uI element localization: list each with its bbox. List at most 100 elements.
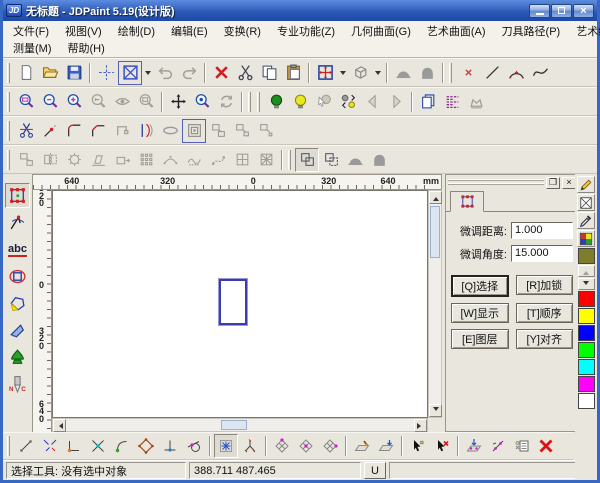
display-button[interactable]: [W]显示 (451, 303, 509, 323)
swatch-blue[interactable] (578, 325, 595, 341)
menu-transform[interactable]: 变换(R) (216, 23, 269, 39)
snap-grid-button[interactable] (214, 434, 238, 458)
toolbar-grip[interactable] (288, 150, 291, 170)
light-off-button[interactable] (312, 90, 336, 114)
order-button[interactable]: [T]顺序 (516, 303, 574, 323)
zoom-out-button[interactable] (38, 90, 62, 114)
eyedropper-button[interactable] (577, 212, 595, 229)
menu-edit[interactable]: 编辑(E) (163, 23, 216, 39)
select-mode-button[interactable]: [Q]选择 (451, 275, 509, 297)
view-3d-dropdown[interactable] (372, 62, 383, 84)
toolbar-grip[interactable] (7, 436, 10, 456)
redo-button[interactable] (177, 61, 201, 85)
menu-toolpath[interactable]: 刀具路径(P) (494, 23, 569, 39)
menu-pro-functions[interactable]: 专业功能(Z) (269, 23, 343, 39)
iso-plane-right-button[interactable] (318, 434, 342, 458)
grid-transform-4-button[interactable] (230, 148, 254, 172)
close-button[interactable]: × (573, 4, 594, 18)
chamfer-button[interactable] (86, 119, 110, 143)
current-color-swatch[interactable] (578, 248, 595, 264)
region-select-button[interactable] (577, 194, 595, 211)
next-object-button[interactable] (384, 90, 408, 114)
delete-button[interactable] (209, 61, 233, 85)
zoom-all-button[interactable] (134, 90, 158, 114)
swatch-yellow[interactable] (578, 308, 595, 324)
menu-view[interactable]: 视图(V) (57, 23, 110, 39)
light-highlight-button[interactable] (288, 90, 312, 114)
draw-arc-button[interactable] (504, 61, 528, 85)
shape-tool-button[interactable] (5, 264, 30, 289)
relief-dome-filled-button[interactable] (415, 61, 439, 85)
light-on-button[interactable] (264, 90, 288, 114)
menu-measure[interactable]: 测量(M) (5, 40, 60, 56)
mirror-button[interactable] (38, 148, 62, 172)
menu-art-surface[interactable]: 艺术曲面(A) (419, 23, 494, 39)
palette-scroll-up[interactable] (578, 265, 595, 277)
transform-box-button[interactable] (313, 61, 337, 85)
grid-transform-8-button[interactable] (254, 148, 278, 172)
pick-on-curve-button[interactable] (486, 434, 510, 458)
toolbar-grip[interactable] (7, 121, 10, 141)
outline-oval-button[interactable] (158, 119, 182, 143)
pattern-fill-button[interactable] (577, 230, 595, 247)
cancel-all-button[interactable] (534, 434, 558, 458)
pick-from-list-button[interactable] (510, 434, 534, 458)
palette-scroll-down[interactable] (578, 278, 595, 290)
snap-midpoint-button[interactable] (62, 434, 86, 458)
menu-help[interactable]: 帮助(H) (60, 40, 113, 56)
snap-cross-button[interactable] (94, 61, 118, 85)
save-button[interactable] (62, 61, 86, 85)
nudge-angle-input[interactable]: 15.000 (511, 245, 573, 262)
render-mode-button[interactable] (464, 90, 488, 114)
scroll-left-arrow[interactable] (53, 419, 66, 432)
rotate-button[interactable] (62, 148, 86, 172)
menu-geometric-surface[interactable]: 几何曲面(G) (343, 23, 419, 39)
scroll-right-arrow[interactable] (414, 419, 427, 432)
swatch-white[interactable] (578, 393, 595, 409)
skew-button[interactable] (86, 148, 110, 172)
copy-button[interactable] (257, 61, 281, 85)
snap-endpoint-button[interactable] (14, 434, 38, 458)
undo-button[interactable] (153, 61, 177, 85)
toolbar-grip[interactable] (257, 92, 260, 112)
zoom-previous-button[interactable] (86, 90, 110, 114)
drawn-rectangle[interactable] (219, 279, 247, 325)
horizontal-scroll-thumb[interactable] (221, 420, 247, 430)
panel-title-bar[interactable]: ❐ × (446, 175, 578, 189)
snap-arc-end-button[interactable] (110, 434, 134, 458)
vertical-scrollbar[interactable] (428, 190, 442, 418)
snap-tangent-button[interactable] (182, 434, 206, 458)
work-plane-pen-button[interactable] (350, 434, 374, 458)
snap-node-button[interactable] (238, 434, 262, 458)
new-button[interactable] (14, 61, 38, 85)
swatch-cyan[interactable] (578, 359, 595, 375)
relief-dome-button[interactable] (343, 148, 367, 172)
align-button[interactable]: [Y]对齐 (516, 329, 574, 349)
zoom-in-button[interactable] (62, 90, 86, 114)
select-region-button[interactable] (118, 61, 142, 85)
drawing-canvas[interactable] (52, 190, 428, 418)
panel-close-button[interactable]: × (562, 177, 576, 189)
unit-toggle-button[interactable]: U (364, 462, 386, 479)
zoom-actual-button[interactable] (190, 90, 214, 114)
snap-perpendicular-button[interactable] (158, 434, 182, 458)
nudge-distance-input[interactable]: 1.000 (511, 222, 573, 239)
cut-button[interactable] (233, 61, 257, 85)
text-tool-button[interactable]: abc (5, 237, 30, 262)
pencil-button[interactable] (577, 176, 595, 193)
swap-visible-button[interactable] (336, 90, 360, 114)
toolbar-grip[interactable] (7, 150, 10, 170)
curve-tool-button[interactable] (5, 291, 30, 316)
minimize-button[interactable] (529, 4, 550, 18)
transform-box-dropdown[interactable] (337, 62, 348, 84)
iso-plane-top-button[interactable] (270, 434, 294, 458)
menu-draw[interactable]: 绘制(D) (110, 23, 163, 39)
redraw-button[interactable] (214, 90, 238, 114)
pick-point-button[interactable] (406, 434, 430, 458)
fillet-button[interactable] (62, 119, 86, 143)
copy-object-button[interactable] (14, 148, 38, 172)
select-tool-button[interactable] (5, 183, 30, 208)
cut-curve-button[interactable] (14, 119, 38, 143)
node-edit-tool-button[interactable] (5, 210, 30, 235)
paste-button[interactable] (281, 61, 305, 85)
